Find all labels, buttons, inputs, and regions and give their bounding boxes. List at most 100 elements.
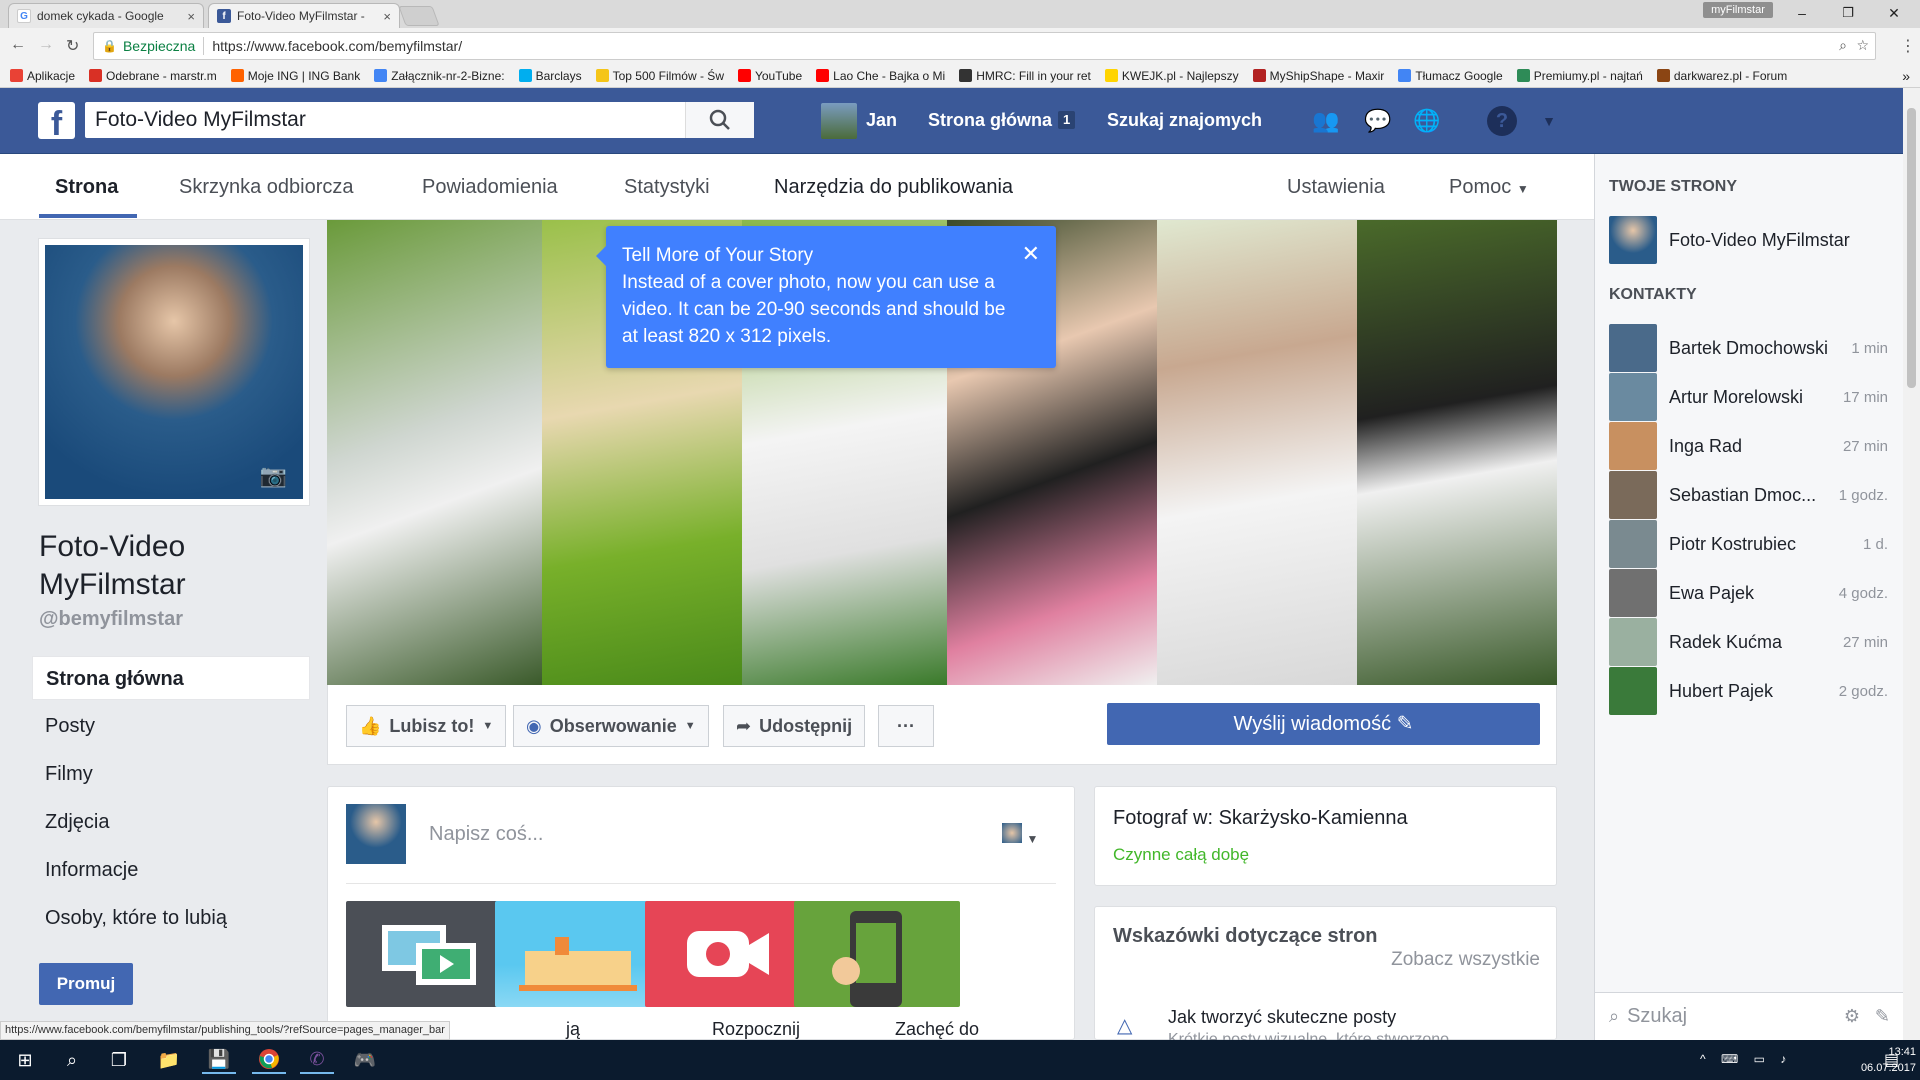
left-nav-photos[interactable]: Zdjęcia [32,800,310,844]
contact-item[interactable]: Artur Morelowski 17 min [1609,373,1894,421]
tab-inbox[interactable]: Skrzynka odbiorcza [179,176,354,199]
contact-item[interactable]: Radek Kućma 27 min [1609,618,1894,666]
bookmark-item[interactable]: Moje ING | ING Bank [230,69,360,83]
live-video-tile[interactable] [645,901,811,1007]
search-icon[interactable]: ⌕ [55,1046,89,1074]
post-as-selector[interactable]: ▼ [1002,823,1044,846]
close-tab-icon[interactable]: × [187,9,195,24]
chrome-menu-icon[interactable]: ⋮ [1900,36,1916,56]
bookmark-item[interactable]: Tłumacz Google [1398,69,1503,83]
tab-page[interactable]: Strona [55,176,118,199]
left-nav-home[interactable]: Strona główna [32,656,310,700]
discord-icon[interactable]: 🎮 [348,1046,382,1074]
home-link[interactable]: Strona główna 1 [928,110,1076,131]
bookmark-item[interactable]: Załącznik-nr-2-Bizne: [374,69,505,83]
url-text[interactable]: https://www.facebook.com/bemyfilmstar/ [212,38,462,54]
left-nav-videos[interactable]: Filmy [32,752,310,796]
left-nav-likes[interactable]: Osoby, które to lubią [32,896,310,940]
tip-item[interactable]: Jak tworzyć skuteczne posty [1168,1007,1396,1028]
share-button[interactable]: ➦ Udostępnij [723,705,866,747]
profile-picture[interactable]: 📷 [38,238,310,506]
star-icon[interactable]: ☆ [1856,37,1869,54]
account-menu-arrow-icon[interactable]: ▼ [1534,106,1564,136]
tab-publishing-tools[interactable]: Narzędzia do publikowania [774,176,1013,199]
left-nav-about[interactable]: Informacje [32,848,310,892]
your-page-item[interactable]: Foto-Video MyFilmstar [1609,216,1894,264]
bookmark-item[interactable]: Aplikacje [10,69,75,83]
close-tab-icon[interactable]: × [383,9,391,24]
back-arrow-icon[interactable]: ← [10,36,26,54]
gear-icon[interactable]: ⚙ [1844,1006,1860,1027]
scrollbar-thumb[interactable] [1907,108,1916,388]
send-message-button[interactable]: Wyślij wiadomość ✎ [1107,703,1540,745]
tab-help[interactable]: Pomoc ▼ [1449,176,1529,199]
system-tray-icons[interactable]: ^ ⌨ ▭ ♪ [1700,1052,1792,1066]
bookmark-item[interactable]: Top 500 Filmów - Św [595,69,724,83]
browser-tab-facebook[interactable]: f Foto-Video MyFilmstar - × [208,3,400,28]
call-tile[interactable] [794,901,960,1007]
tab-insights[interactable]: Statystyki [624,176,710,199]
minimize-button[interactable]: – [1780,2,1824,24]
photo-video-tile[interactable] [346,901,512,1007]
contact-item[interactable]: Sebastian Dmoc... 1 godz. [1609,471,1894,519]
search-button[interactable] [685,102,754,138]
file-explorer-icon[interactable]: 📁 [152,1046,186,1074]
messenger-icon[interactable]: 💬 [1363,106,1393,136]
find-friends-link[interactable]: Szukaj znajomych [1107,110,1262,131]
bookmark-item[interactable]: darkwarez.pl - Forum [1656,69,1787,83]
bookmark-item[interactable]: Premiumy.pl - najtań [1516,69,1643,83]
left-nav-posts[interactable]: Posty [32,704,310,748]
viber-icon[interactable]: ✆ [300,1046,334,1074]
offer-tile[interactable] [495,901,661,1007]
user-name-link[interactable]: Jan [866,110,897,131]
close-window-button[interactable]: ✕ [1872,2,1916,24]
contact-item[interactable]: Inga Rad 27 min [1609,422,1894,470]
contact-item[interactable]: Piotr Kostrubiec 1 d. [1609,520,1894,568]
notifications-globe-icon[interactable]: 🌐 [1412,106,1442,136]
tab-settings[interactable]: Ustawienia [1287,176,1385,199]
bookmark-item[interactable]: Barclays [518,69,582,83]
fb-search-input[interactable]: Foto-Video MyFilmstar [85,102,754,138]
page-handle[interactable]: @bemyfilmstar [39,608,183,631]
camera-icon[interactable]: 📷 [260,463,287,489]
scrollbar[interactable] [1903,88,1920,1040]
windows-start-icon[interactable]: ⊞ [8,1046,42,1074]
forward-arrow-icon[interactable]: → [38,36,54,54]
restore-button[interactable]: ❐ [1826,2,1870,24]
bookmark-item[interactable]: MyShipShape - Maxir [1252,69,1384,83]
follow-button[interactable]: ◉ Obserwowanie ▼ [513,705,709,747]
save-app-icon[interactable]: 💾 [202,1046,236,1074]
contact-item[interactable]: Bartek Dmochowski 1 min [1609,324,1894,372]
help-icon[interactable]: ? [1487,106,1517,136]
bookmark-item[interactable]: Odebrane - marstr.m [89,69,217,83]
action-center-icon[interactable]: ▤ [1884,1050,1899,1070]
see-all-link[interactable]: Zobacz wszystkie [1391,949,1540,971]
facebook-logo[interactable]: f [38,102,75,139]
zoom-icon[interactable]: ⌕ [1839,37,1847,54]
chat-search-input[interactable]: ⌕ Szukaj ⚙ ✎ [1595,992,1904,1040]
reload-icon[interactable]: ↻ [66,36,79,56]
new-message-icon[interactable]: ✎ [1875,1006,1890,1027]
omnibox[interactable]: 🔒 Bezpieczna https://www.facebook.com/be… [93,32,1876,60]
new-tab-button[interactable] [398,6,440,26]
promote-button[interactable]: Promuj [39,963,133,1005]
browser-tab-google[interactable]: G domek cykada - Google × [8,3,204,28]
like-button[interactable]: 👍 Lubisz to! ▼ [346,705,507,747]
contact-item[interactable]: Ewa Pajek 4 godz. [1609,569,1894,617]
more-button[interactable]: ··· [878,705,934,747]
bookmark-item[interactable]: Lao Che - Bajka o Mi [816,69,945,83]
tab-notifications[interactable]: Powiadomienia [422,176,558,199]
bookmark-item[interactable]: KWEJK.pl - Najlepszy [1104,69,1239,83]
contact-item[interactable]: Hubert Pajek 2 godz. [1609,667,1894,715]
friend-requests-icon[interactable]: 👥 [1311,106,1341,136]
page-category[interactable]: Fotograf w: Skarżysko-Kamienna [1113,807,1408,830]
bookmarks-overflow-icon[interactable]: » [1902,68,1910,84]
bookmark-item[interactable]: HMRC: Fill in your ret [959,69,1091,83]
bookmark-item[interactable]: YouTube [737,69,802,83]
chrome-user-badge[interactable]: myFilmstar [1703,2,1773,18]
user-avatar[interactable] [821,103,857,139]
chrome-icon[interactable] [252,1046,286,1074]
composer-input[interactable]: Napisz coś... [429,823,543,846]
close-icon[interactable]: ✕ [1022,240,1040,267]
task-view-icon[interactable]: ❐ [102,1046,136,1074]
